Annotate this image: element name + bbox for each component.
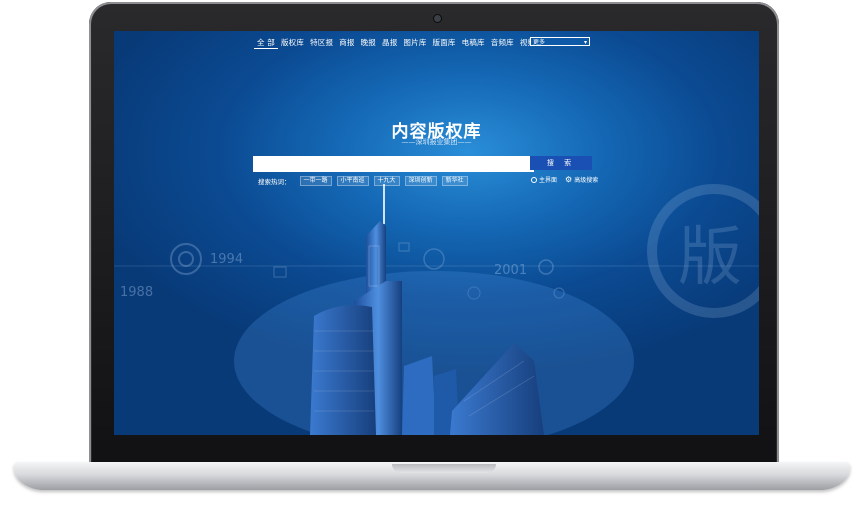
more-select-label: 更多 [533, 39, 546, 46]
hot-tag[interactable]: 十九大 [373, 176, 400, 186]
gear-icon: ⚙ [565, 174, 573, 184]
advanced-search-label: 高级搜索 [574, 177, 599, 184]
decor-year: 1994 [210, 252, 244, 267]
background-decoration: 版 [114, 184, 759, 435]
chevron-down-icon: ▾ [583, 39, 587, 46]
nav-item-wanbao[interactable]: 晚报 [358, 37, 379, 49]
nav-item-layouts[interactable]: 版面库 [430, 37, 459, 49]
screen: 版 1994 1988 2001 全 部 版权库 特区报 商报 晚报 晶报 图片… [114, 31, 759, 435]
nav-item-copyright[interactable]: 版权库 [278, 37, 307, 49]
decor-year: 2001 [494, 263, 528, 278]
hot-keywords: 搜索热词： 一带一路 小平南巡 十九大 深圳创新 新华社 [258, 176, 468, 186]
page-subtitle: ——深圳报业集团—— [401, 138, 472, 146]
decor-year: 1988 [120, 285, 154, 300]
search-button[interactable]: 搜 索 [530, 156, 592, 170]
search-tools: 主界面 ⚙ 高级搜索 [531, 175, 598, 184]
laptop-notch [392, 464, 496, 473]
nav-item-jingbao[interactable]: 晶报 [379, 37, 400, 49]
hot-tag[interactable]: 一带一路 [299, 176, 332, 186]
home-link-label: 主界面 [539, 177, 558, 184]
home-link[interactable]: 主界面 [531, 175, 557, 184]
nav-item-audio[interactable]: 音频库 [488, 37, 517, 49]
camera-icon [434, 15, 441, 22]
nav-item-wires[interactable]: 电稿库 [459, 37, 488, 49]
top-nav: 全 部 版权库 特区报 商报 晚报 晶报 图片库 版面库 电稿库 音频库 视频库 [254, 37, 546, 49]
nav-item-images[interactable]: 图片库 [400, 37, 429, 49]
hot-tag[interactable]: 深圳创新 [404, 176, 437, 186]
search-input[interactable] [253, 156, 534, 172]
nav-item-all[interactable]: 全 部 [254, 37, 278, 49]
hot-tag[interactable]: 新华社 [441, 176, 468, 186]
hot-keywords-label: 搜索热词： [258, 178, 291, 186]
svg-text:版: 版 [678, 221, 742, 295]
hot-tag[interactable]: 小平南巡 [336, 176, 369, 186]
home-icon [531, 176, 537, 183]
laptop-base [14, 462, 850, 490]
more-select[interactable]: 更多 ▾ [530, 37, 590, 46]
nav-item-tequbao[interactable]: 特区报 [307, 37, 336, 49]
advanced-search-link[interactable]: ⚙ 高级搜索 [565, 175, 598, 184]
nav-item-shangbao[interactable]: 商报 [336, 37, 357, 49]
